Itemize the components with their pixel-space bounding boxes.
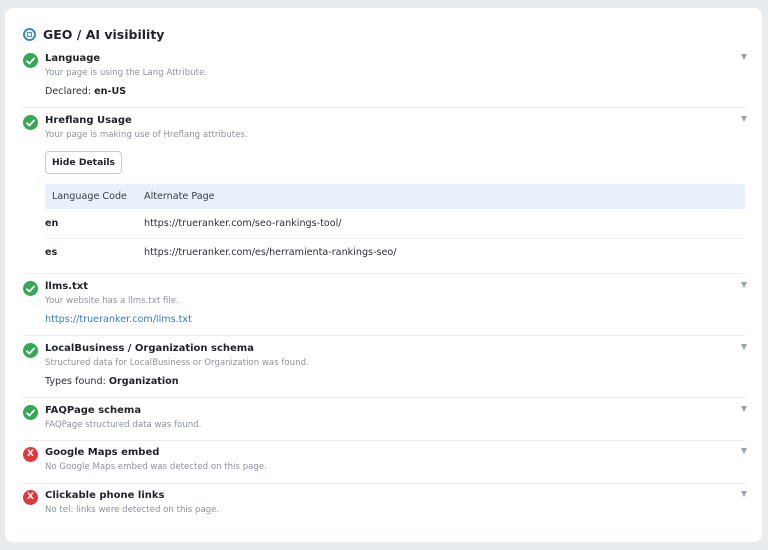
check-phone-links: X Clickable phone links No tel: links we… [23,489,747,521]
check-pass-icon [23,53,38,68]
column-header: Language Code [45,184,144,209]
column-header: Alternate Page [144,184,745,209]
chevron-down-icon[interactable] [741,116,747,122]
chevron-down-icon[interactable] [741,448,747,454]
check-fail-icon: X [23,447,38,462]
alternate-page-cell: https://trueranker.com/es/herramienta-ra… [144,247,397,259]
divider [23,397,745,398]
chevron-down-icon[interactable] [741,406,747,412]
chevron-down-icon[interactable] [741,344,747,350]
check-title: Clickable phone links [45,490,165,501]
check-pass-icon [23,281,38,296]
divider [23,273,745,274]
check-organization-schema: LocalBusiness / Organization schema Stru… [23,342,747,394]
check-description: No Google Maps embed was detected on thi… [45,462,267,472]
check-title: Language [45,53,101,64]
chevron-down-icon[interactable] [741,491,747,497]
check-title: FAQPage schema [45,405,142,416]
check-title: LocalBusiness / Organization schema [45,343,254,354]
check-llms-txt: llms.txt Your website has a llms.txt fil… [23,280,747,332]
card-title: GEO / AI visibility [43,26,165,42]
check-title: Hreflang Usage [45,115,132,126]
table-header-row: Language Code Alternate Page [45,184,745,209]
llms-txt-link[interactable]: https://trueranker.com/llms.txt [45,314,192,325]
table-row: en https://trueranker.com/seo-rankings-t… [45,209,745,239]
divider [23,483,745,484]
check-pass-icon [23,115,38,130]
check-fail-icon: X [23,490,38,505]
check-description: Your page is using the Lang Attribute. [45,68,208,78]
check-pass-icon [23,343,38,358]
check-language: Language Your page is using the Lang Att… [23,52,747,102]
check-title: Google Maps embed [45,447,160,458]
check-description: Your website has a llms.txt file. [45,296,179,306]
language-code-cell: en [45,209,144,239]
table-row: es https://trueranker.com/es/herramienta… [45,238,745,267]
divider [23,440,745,441]
check-description: Your page is making use of Hreflang attr… [45,130,248,140]
types-found: Types found: Organization [45,376,179,387]
chevron-down-icon[interactable] [741,54,747,60]
divider [23,107,745,108]
check-description: Structured data for LocalBusiness or Org… [45,358,309,368]
check-description: No tel: links were detected on this page… [45,505,220,515]
check-description: FAQPage structured data was found. [45,420,202,430]
geo-ai-visibility-card: GEO / AI visibility Language Your page i… [5,8,762,542]
declared-language: Declared: en-US [45,86,127,97]
target-icon [23,27,36,41]
card-header: GEO / AI visibility [23,26,164,42]
check-google-maps-embed: X Google Maps embed No Google Maps embed… [23,446,747,478]
divider [23,335,745,336]
alternate-page-cell: https://trueranker.com/seo-rankings-tool… [144,209,745,239]
check-faqpage-schema: FAQPage schema FAQPage structured data w… [23,404,747,436]
check-title: llms.txt [45,281,89,292]
hide-details-button[interactable]: Hide Details [45,151,122,174]
check-hreflang: Hreflang Usage Your page is making use o… [23,114,747,272]
hreflang-table: Language Code Alternate Page en https://… [45,184,745,267]
language-code-cell: es [45,247,58,259]
check-pass-icon [23,405,38,420]
chevron-down-icon[interactable] [741,282,747,288]
